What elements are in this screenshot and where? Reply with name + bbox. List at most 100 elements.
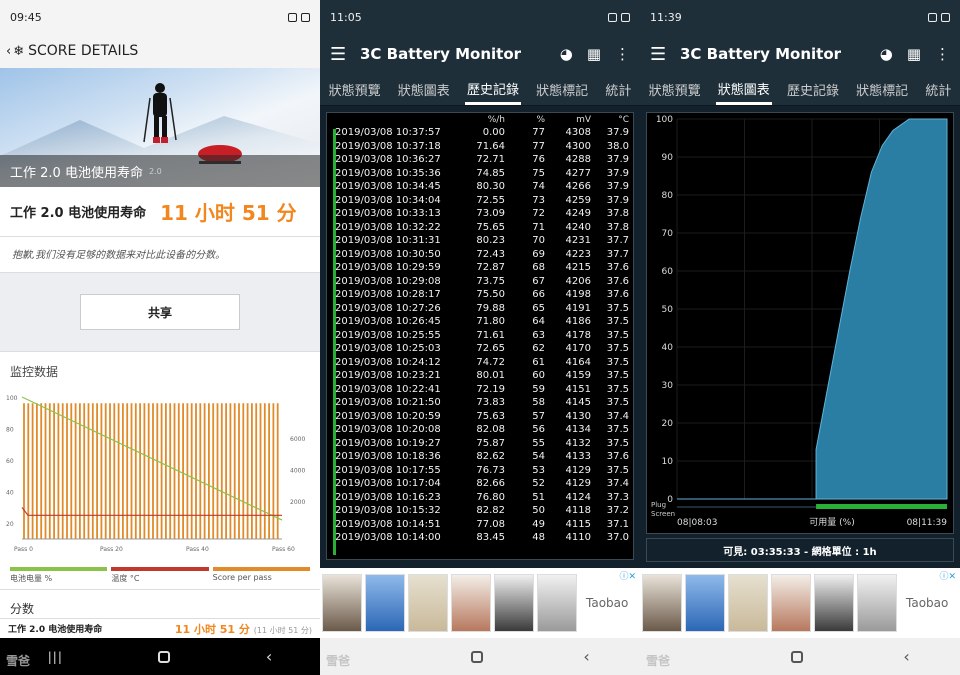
- tab-overview[interactable]: 狀態預覽: [327, 74, 383, 105]
- cell-percent: 77: [532, 140, 545, 152]
- ad-item[interactable]: [728, 574, 768, 632]
- table-row: 2019/03/08 10:34:45 80.30 74 4266 37.9: [327, 180, 633, 194]
- cell-time: 2019/03/08 10:36:27: [335, 154, 441, 166]
- table-row: 2019/03/08 10:17:55 76.73 53 4129 37.5: [327, 464, 633, 478]
- skier-illustration: [143, 83, 177, 143]
- cell-time: 2019/03/08 10:19:27: [335, 437, 441, 449]
- status-bar: 11:39: [640, 0, 960, 34]
- ad-item[interactable]: [537, 574, 577, 632]
- status-time: 11:39: [650, 10, 682, 24]
- cell-mv: 4191: [565, 302, 591, 314]
- x-tick-label: 08|08:03: [677, 518, 717, 528]
- cell-rate: 75.87: [476, 437, 505, 449]
- cell-mv: 4129: [565, 464, 591, 476]
- back-icon[interactable]: ‹: [6, 44, 11, 59]
- pie-chart-icon[interactable]: ◕: [880, 45, 893, 63]
- cell-percent: 59: [532, 383, 545, 395]
- ad-item[interactable]: [494, 574, 534, 632]
- cell-mv: 4223: [565, 248, 591, 260]
- ad-item[interactable]: [685, 574, 725, 632]
- ad-item[interactable]: [408, 574, 448, 632]
- ad-choices-icon[interactable]: ⓘ✕: [619, 569, 636, 582]
- x-tick: Pass 20: [100, 546, 123, 553]
- cell-mv: 4240: [565, 221, 591, 233]
- cell-temp: 37.5: [606, 437, 629, 449]
- phone-chart: 11:39 ☰ 3C Battery Monitor ◕ ▦ ⋮ 狀態預覽 狀態…: [640, 0, 960, 675]
- nav-back-icon[interactable]: ‹: [903, 647, 909, 666]
- menu-icon[interactable]: ☰: [330, 44, 360, 65]
- cell-temp: 37.9: [606, 154, 629, 166]
- cell-mv: 4129: [565, 478, 591, 490]
- y-tick-left: 100: [6, 395, 18, 402]
- legend-battery: 电池电量 %: [10, 567, 108, 589]
- cell-mv: 4124: [565, 491, 591, 503]
- tab-markers[interactable]: 狀態標記: [854, 74, 910, 105]
- ad-banner[interactable]: Taobao ⓘ✕: [640, 568, 960, 638]
- tab-stats[interactable]: 統計: [603, 74, 633, 105]
- table-row: 2019/03/08 10:14:00 83.45 48 4110 37.0: [327, 531, 633, 545]
- grid-icon[interactable]: ▦: [587, 45, 601, 63]
- header-percent: %: [536, 114, 545, 125]
- y-tick-right: 6000: [290, 436, 305, 443]
- cell-temp: 37.8: [606, 221, 629, 233]
- ad-item[interactable]: [322, 574, 362, 632]
- y-tick-label: 70: [662, 229, 674, 239]
- home-icon[interactable]: [790, 650, 803, 663]
- header-temp: °C: [618, 114, 629, 125]
- nav-back-icon[interactable]: ‹: [583, 647, 589, 666]
- table-body: 2019/03/08 10:37:57 0.00 77 4308 37.9 2019/03…: [327, 126, 633, 545]
- menu-icon[interactable]: ☰: [650, 44, 680, 65]
- tab-overview[interactable]: 狀態預覽: [647, 74, 703, 105]
- recent-apps-icon[interactable]: |||: [48, 650, 63, 664]
- cell-temp: 37.2: [606, 505, 629, 517]
- tab-history[interactable]: 歷史記錄: [785, 74, 841, 105]
- home-icon[interactable]: [470, 650, 483, 663]
- ad-choices-icon[interactable]: ⓘ✕: [939, 569, 956, 582]
- app-bar: ☰ 3C Battery Monitor ◕ ▦ ⋮: [640, 34, 960, 74]
- more-icon[interactable]: ⋮: [615, 45, 630, 63]
- home-icon[interactable]: [158, 650, 171, 663]
- ad-item[interactable]: [814, 574, 854, 632]
- more-icon[interactable]: ⋮: [935, 45, 950, 63]
- cell-time: 2019/03/08 10:18:36: [335, 451, 441, 463]
- cell-time: 2019/03/08 10:37:18: [335, 140, 441, 152]
- ad-item[interactable]: [365, 574, 405, 632]
- cell-rate: 71.61: [476, 329, 505, 341]
- cell-percent: 77: [532, 127, 545, 139]
- tab-history[interactable]: 歷史記錄: [464, 74, 521, 105]
- table-row: 2019/03/08 10:24:12 74.72 61 4164 37.5: [327, 356, 633, 370]
- share-button[interactable]: 共享: [80, 294, 240, 330]
- y-tick-label: 10: [662, 457, 674, 467]
- ad-banner[interactable]: Taobao ⓘ✕: [320, 568, 640, 638]
- tab-markers[interactable]: 狀態標記: [534, 74, 590, 105]
- cell-mv: 4308: [565, 127, 591, 139]
- table-row: 2019/03/08 10:21:50 73.83 58 4145 37.5: [327, 396, 633, 410]
- cell-rate: 82.62: [476, 451, 505, 463]
- ad-item[interactable]: [451, 574, 491, 632]
- app-actions: ◕ ▦ ⋮: [560, 45, 630, 63]
- pie-chart-icon[interactable]: ◕: [560, 45, 573, 63]
- ad-item[interactable]: [771, 574, 811, 632]
- nav-back-icon[interactable]: ‹: [266, 647, 272, 666]
- monitor-chart-svg: 100 80 60 40 20 6000 4000 2000 Pass 0 Pass 20 Pass…: [6, 395, 305, 553]
- tab-bar: 狀態預覽 狀態圖表 歷史記錄 狀態標記 統計: [320, 74, 640, 106]
- ad-item[interactable]: [857, 574, 897, 632]
- table-row: 2019/03/08 10:17:04 82.66 52 4129 37.4: [327, 477, 633, 491]
- legend-temperature: 温度 °C: [111, 567, 209, 589]
- signal-icon: [288, 12, 297, 22]
- cell-percent: 67: [532, 275, 545, 287]
- cell-percent: 66: [532, 289, 545, 301]
- no-comparison-note: 抱歉,我们没有足够的数据来对比此设备的分数。: [0, 237, 320, 273]
- tab-stats[interactable]: 統計: [923, 74, 953, 105]
- cell-temp: 37.5: [606, 356, 629, 368]
- ad-item[interactable]: [642, 574, 682, 632]
- table-row: 2019/03/08 10:22:41 72.19 59 4151 37.5: [327, 383, 633, 397]
- tab-chart[interactable]: 狀態圖表: [396, 74, 452, 105]
- y-tick-label: 30: [662, 381, 674, 391]
- tab-chart[interactable]: 狀態圖表: [715, 74, 772, 105]
- cell-rate: 72.65: [476, 343, 505, 355]
- grid-icon[interactable]: ▦: [907, 45, 921, 63]
- table-row: 2019/03/08 10:27:26 79.88 65 4191 37.5: [327, 302, 633, 316]
- cell-temp: 37.9: [606, 194, 629, 206]
- table-row: 2019/03/08 10:34:04 72.55 73 4259 37.9: [327, 194, 633, 208]
